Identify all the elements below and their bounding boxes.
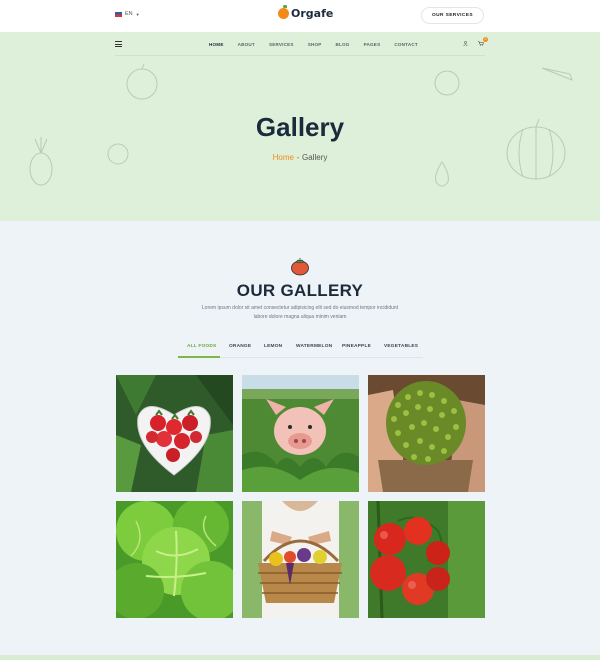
tomato-icon <box>291 258 309 276</box>
cart-count-badge: 0 <box>483 37 488 42</box>
pineapple-doodle-icon <box>29 137 53 186</box>
nav-item-services[interactable]: SERVICES <box>269 42 294 47</box>
carrot-doodle-icon <box>541 67 573 81</box>
gallery-image-tomatoes[interactable] <box>368 501 485 618</box>
gallery-image-strawberries[interactable] <box>116 375 233 492</box>
our-services-button[interactable]: OUR SERVICES <box>421 7 484 24</box>
nav-item-pages[interactable]: PAGES <box>364 42 381 47</box>
language-label: EN <box>125 11 133 17</box>
top-bar: EN ▼ Orgafe OUR SERVICES <box>0 0 600 32</box>
language-selector[interactable]: EN ▼ <box>115 11 140 17</box>
fruit-doodle-icon <box>434 70 460 96</box>
nav-menu: HOME ABOUT SERVICES SHOP BLOG PAGES CONT… <box>209 42 432 47</box>
footer-strip <box>0 655 600 660</box>
nav-item-home[interactable]: HOME <box>209 42 224 47</box>
nav-item-about[interactable]: ABOUT <box>238 42 255 47</box>
filter-tab-watermelon[interactable]: WATERMELON <box>296 344 332 349</box>
cart-icon[interactable] <box>478 41 484 46</box>
breadcrumb: Home • Gallery <box>0 153 600 162</box>
breadcrumb-home-link[interactable]: Home <box>273 153 294 162</box>
filter-tab-all-foods[interactable]: ALL FOODS <box>187 344 216 349</box>
logo[interactable]: Orgafe <box>278 5 334 20</box>
gallery-filter-tabs: ALL FOODS ORANGE LEMON WATERMELON PINEAP… <box>178 340 423 358</box>
nav-item-contact[interactable]: CONTACT <box>394 42 418 47</box>
fruit-doodle-icon <box>126 63 158 100</box>
pear-doodle-icon <box>435 161 449 187</box>
breadcrumb-separator-icon: • <box>296 156 300 162</box>
hero-banner: HOME ABOUT SERVICES SHOP BLOG PAGES CONT… <box>0 32 600 221</box>
filter-tab-pineapple[interactable]: PINEAPPLE <box>342 344 371 349</box>
filter-tab-lemon[interactable]: LEMON <box>264 344 282 349</box>
orange-logo-icon <box>278 5 289 19</box>
flag-icon <box>115 11 122 17</box>
gallery-image-peas[interactable] <box>368 375 485 492</box>
nav-item-blog[interactable]: BLOG <box>336 42 350 47</box>
chevron-down-icon: ▼ <box>135 11 140 17</box>
section-title: OUR GALLERY <box>236 281 364 300</box>
filter-tab-vegetables[interactable]: VEGETABLES <box>384 344 418 349</box>
logo-text: Orgafe <box>291 7 334 20</box>
gallery-image-pig[interactable] <box>242 375 359 492</box>
breadcrumb-current: Gallery <box>302 153 328 162</box>
section-description: Lorem ipsum dolor sit amet consectetur a… <box>201 305 399 320</box>
menu-icon[interactable] <box>115 41 122 49</box>
gallery-image-basket[interactable] <box>242 501 359 618</box>
gallery-image-lettuce[interactable] <box>116 501 233 618</box>
user-icon[interactable] <box>463 41 468 46</box>
page-title: Gallery <box>255 112 345 142</box>
active-filter-indicator <box>178 356 220 358</box>
nav-item-shop[interactable]: SHOP <box>308 42 322 47</box>
main-navigation: HOME ABOUT SERVICES SHOP BLOG PAGES CONT… <box>115 32 488 56</box>
filter-tab-orange[interactable]: ORANGE <box>229 344 251 349</box>
